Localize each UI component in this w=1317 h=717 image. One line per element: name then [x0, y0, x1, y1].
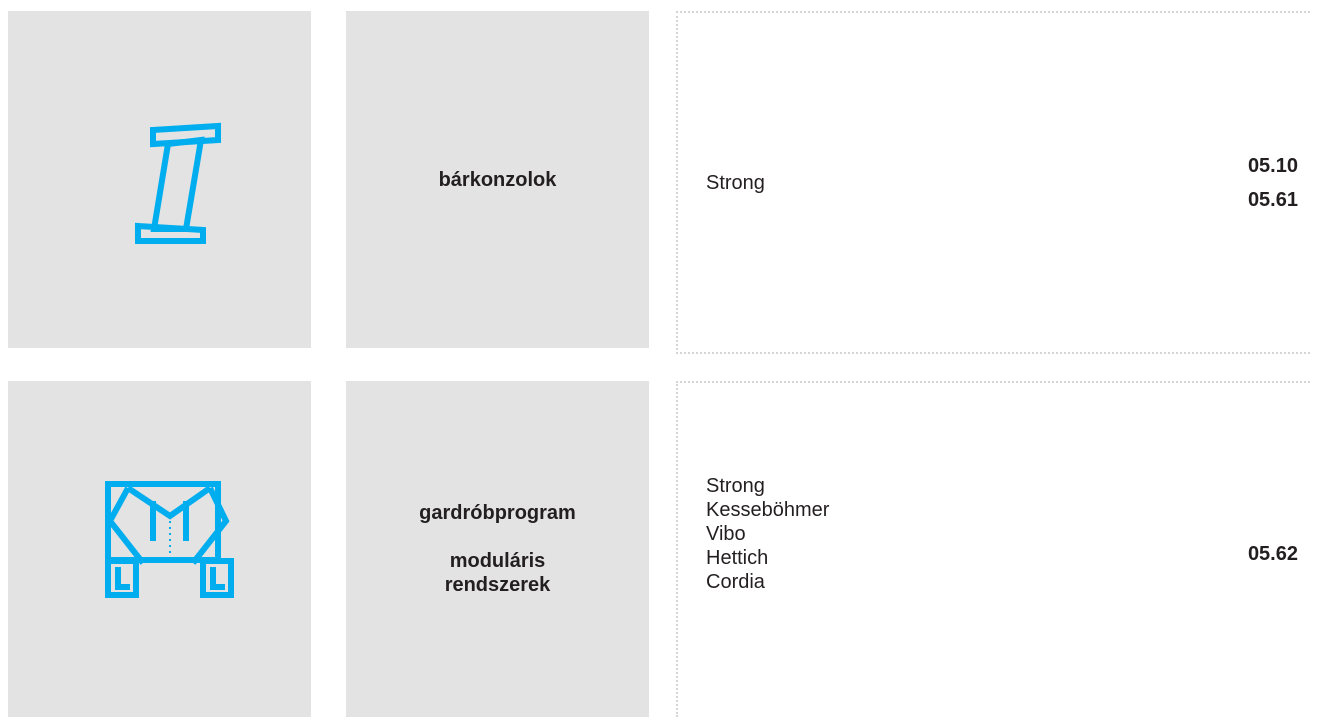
brand-item[interactable]: Cordia: [706, 570, 829, 594]
brand-item[interactable]: Strong: [706, 474, 829, 498]
category-tile-gardrobprogram[interactable]: gardróbprogram moduláris rendszerek: [346, 381, 649, 717]
icon-tile-barkonzolok[interactable]: [8, 11, 311, 348]
brand-list: Strong Kesseböhmer Vibo Hettich Cordia: [706, 474, 829, 594]
brand-item[interactable]: Strong: [706, 171, 765, 195]
bar-bracket-icon: [135, 122, 221, 244]
brand-list: Strong: [706, 171, 765, 195]
category-tile-barkonzolok[interactable]: bárkonzolok: [346, 11, 649, 348]
icon-tile-gardrobprogram[interactable]: [8, 381, 311, 717]
detail-panel-barkonzolok: Strong 05.10 05.61: [676, 11, 1310, 354]
wardrobe-system-icon: [105, 481, 234, 598]
category-title: bárkonzolok: [438, 168, 557, 191]
detail-panel-gardrobprogram: Strong Kesseböhmer Vibo Hettich Cordia 0…: [676, 381, 1310, 717]
catalog-code[interactable]: 05.62: [1248, 537, 1298, 571]
category-subtitle: moduláris rendszerek: [444, 550, 551, 596]
brand-item[interactable]: Vibo: [706, 522, 829, 546]
brand-item[interactable]: Kesseböhmer: [706, 498, 829, 522]
catalog-code[interactable]: 05.10: [1248, 149, 1298, 183]
brand-item[interactable]: Hettich: [706, 546, 829, 570]
category-title: gardróbprogram: [419, 502, 576, 524]
catalog-code[interactable]: 05.61: [1248, 183, 1298, 217]
code-list: 05.10 05.61: [1248, 149, 1298, 217]
code-list: 05.62: [1248, 537, 1298, 571]
